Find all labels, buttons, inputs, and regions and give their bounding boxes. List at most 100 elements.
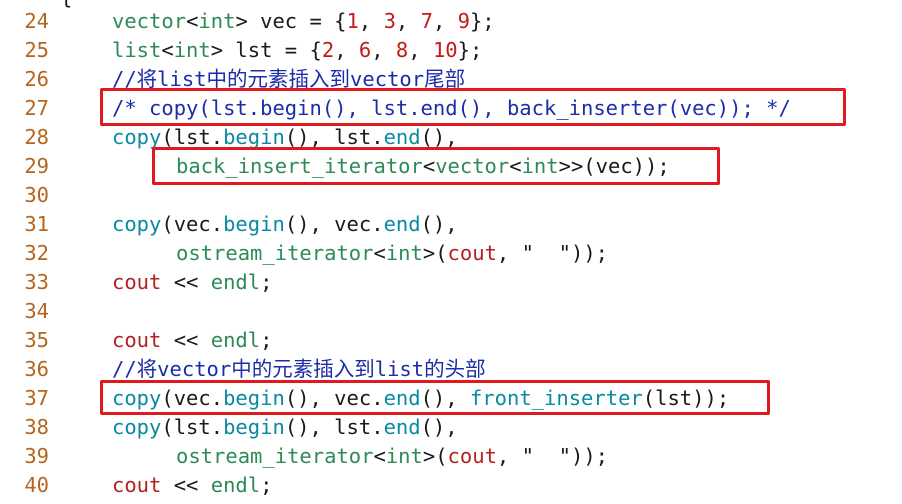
code-token: (),	[420, 386, 470, 410]
code-line[interactable]: 38 copy(lst.begin(), lst.end(),	[0, 413, 902, 442]
code-line[interactable]: 28 copy(lst.begin(), lst.end(),	[0, 123, 902, 152]
code-token: (lst.	[161, 415, 224, 439]
code-token: //将list中的元素插入到vector尾部	[112, 67, 466, 91]
code-line[interactable]: 40 cout << endl;	[0, 471, 902, 500]
code-token: end	[383, 125, 421, 149]
code-token: ostream_iterator	[176, 241, 374, 265]
code-line[interactable]: 37 copy(vec.begin(), vec.end(), front_ins…	[0, 384, 902, 413]
code-token: <	[373, 241, 386, 265]
code-token: ,	[408, 38, 433, 62]
code-token: (vec.	[161, 386, 224, 410]
code-token: 8	[395, 38, 409, 62]
code-token: };	[469, 9, 495, 33]
code-text: //将vector中的元素插入到list的头部	[112, 355, 486, 384]
line-number: 39	[24, 444, 49, 468]
line-number: 26	[24, 67, 49, 91]
code-text: /* copy(lst.begin(), lst.end(), back_ins…	[112, 94, 791, 123]
line-number: 28	[24, 125, 49, 149]
code-token: begin	[223, 212, 285, 236]
code-token: begin	[223, 386, 285, 410]
code-token: >(	[422, 444, 448, 468]
code-token: <	[186, 9, 199, 33]
code-text: copy(vec.begin(), vec.end(), front_inser…	[112, 384, 729, 413]
code-text: cout << endl;	[112, 268, 272, 297]
code-token: <	[422, 154, 436, 178]
code-token: endl	[210, 473, 261, 497]
code-line[interactable]: 32 ostream_iterator<int>(cout, " "));	[0, 239, 902, 268]
code-token: list	[112, 38, 162, 62]
code-token: endl	[210, 328, 261, 352]
code-token: <	[373, 444, 386, 468]
code-token: 10	[432, 38, 458, 62]
line-number: 34	[24, 299, 49, 323]
code-token: ,	[371, 38, 396, 62]
code-line[interactable]: 33 cout << endl;	[0, 268, 902, 297]
code-token: 9	[457, 9, 470, 33]
code-token: ,	[432, 9, 458, 33]
code-line[interactable]: 30	[0, 181, 902, 210]
code-token: <	[509, 154, 522, 178]
line-number: 27	[24, 96, 49, 120]
code-line[interactable]: 24 vector<int> vec = {1, 3, 7, 9};	[0, 7, 902, 36]
code-token: ;	[260, 270, 273, 294]
code-token: end	[383, 386, 421, 410]
code-text: copy(vec.begin(), vec.end(),	[112, 210, 458, 239]
code-token: > vec = {	[235, 9, 347, 33]
line-number: 38	[24, 415, 49, 439]
code-token: (), lst.	[284, 125, 384, 149]
code-token: 6	[358, 38, 372, 62]
code-text: vector<int> vec = {1, 3, 7, 9};	[112, 7, 495, 36]
code-line[interactable]: 27 /* copy(lst.begin(), lst.end(), back_i…	[0, 94, 902, 123]
code-token: <<	[161, 473, 211, 497]
code-token: ,	[395, 9, 421, 33]
code-token: (), vec.	[284, 386, 384, 410]
code-line[interactable]: 29 back_insert_iterator<vector<int>>(vec)…	[0, 152, 902, 181]
code-text: //将list中的元素插入到vector尾部	[112, 65, 465, 94]
line-number: 37	[24, 386, 49, 410]
line-number: 29	[24, 154, 49, 178]
code-line[interactable]: 36 //将vector中的元素插入到list的头部	[0, 355, 902, 384]
code-token: /* copy(lst.begin(), lst.end(), back_ins…	[112, 96, 791, 120]
code-token: (), lst.	[284, 415, 384, 439]
code-line[interactable]: 25 list<int> lst = {2, 6, 8, 10};	[0, 36, 902, 65]
code-line[interactable]: 35 cout << endl;	[0, 326, 902, 355]
code-token: copy	[112, 125, 162, 149]
code-token: (),	[420, 212, 458, 236]
code-token: front_inserter	[469, 386, 643, 410]
code-token: begin	[223, 125, 285, 149]
code-token: copy	[112, 386, 162, 410]
code-token: , " "));	[496, 444, 609, 468]
code-token: (lst.	[161, 125, 224, 149]
code-token: 3	[383, 9, 396, 33]
code-token: 7	[420, 9, 433, 33]
code-token: int	[521, 154, 559, 178]
code-line[interactable]: 26 //将list中的元素插入到vector尾部	[0, 65, 902, 94]
code-token: end	[383, 212, 421, 236]
code-token: (),	[420, 125, 458, 149]
code-token: <	[161, 38, 174, 62]
code-line[interactable]: 34	[0, 297, 902, 326]
line-number: 32	[24, 241, 49, 265]
code-text: ostream_iterator<int>(cout, " "));	[176, 239, 608, 268]
code-token: >(	[422, 241, 448, 265]
code-token: (lst));	[642, 386, 730, 410]
code-token: >>(vec));	[558, 154, 670, 178]
code-token: int	[385, 241, 423, 265]
code-token: end	[383, 415, 421, 439]
code-text: copy(lst.begin(), lst.end(),	[112, 123, 458, 152]
line-number: 33	[24, 270, 49, 294]
line-number: 31	[24, 212, 49, 236]
code-token: 1	[346, 9, 359, 33]
code-token: };	[457, 38, 483, 62]
code-line[interactable]: 31 copy(vec.begin(), vec.end(),	[0, 210, 902, 239]
code-editor[interactable]: { 24vector<int> vec = {1, 3, 7, 9};25lis…	[0, 0, 902, 504]
code-token: vector	[112, 9, 187, 33]
code-token: , " "));	[496, 241, 609, 265]
code-token: cout	[447, 444, 497, 468]
code-token: (), vec.	[284, 212, 384, 236]
code-token: copy	[112, 212, 162, 236]
line-number: 36	[24, 357, 49, 381]
code-line[interactable]: 39 ostream_iterator<int>(cout, " "));	[0, 442, 902, 471]
line-number: 24	[24, 9, 49, 33]
code-token: int	[385, 444, 423, 468]
